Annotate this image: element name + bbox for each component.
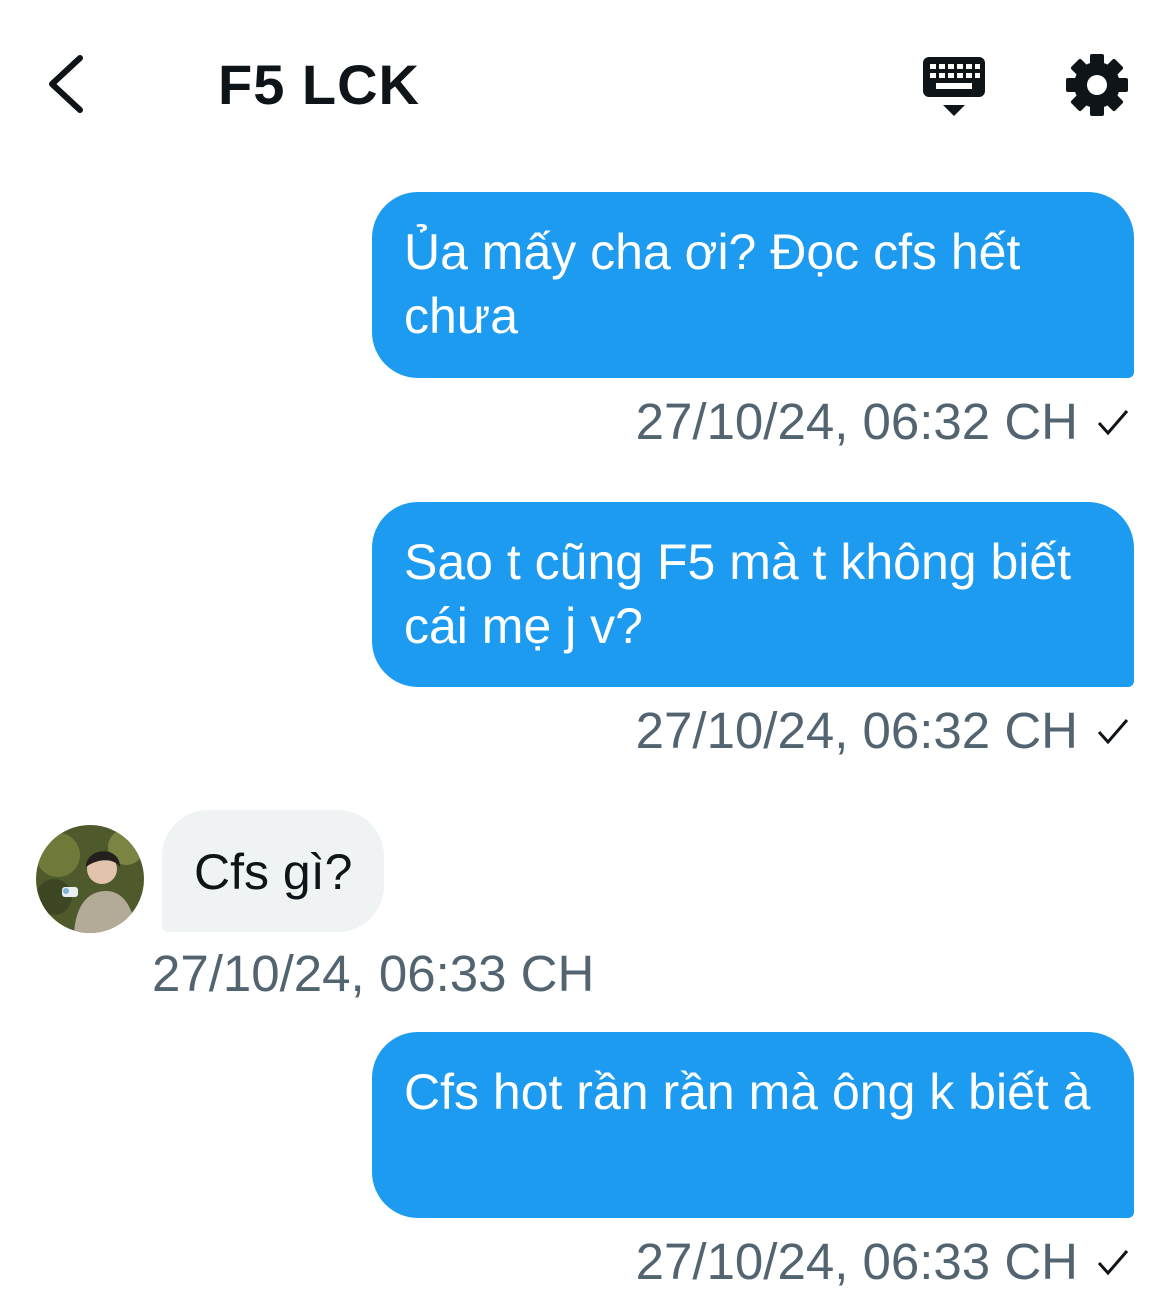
message-text: Sao t cũng F5 mà t không biết cái mẹ j v…	[404, 534, 1072, 654]
message-timestamp: 27/10/24, 06:32 CH	[636, 392, 1130, 451]
settings-button[interactable]	[1064, 52, 1130, 118]
conversation-header: F5 LCK	[0, 0, 1170, 170]
back-button[interactable]	[40, 52, 96, 116]
outgoing-message-bubble[interactable]: Cfs hot rần rần mà ông k biết à	[372, 1032, 1134, 1218]
checkmark-icon	[1097, 718, 1129, 744]
message-text: Cfs hot rần rần mà ông k biết à	[404, 1064, 1091, 1120]
timestamp-text: 27/10/24, 06:32 CH	[635, 702, 1078, 759]
timestamp-text: 27/10/24, 06:33 CH	[635, 1233, 1078, 1290]
conversation-title: F5 LCK	[218, 53, 420, 116]
avatar[interactable]	[36, 825, 144, 933]
checkmark-icon	[1097, 1249, 1129, 1275]
message-text: Cfs gì?	[194, 844, 353, 900]
message-text: Ủa mấy cha ơi? Đọc cfs hết chưa	[404, 224, 1021, 344]
message-timestamp: 27/10/24, 06:33 CH	[636, 1232, 1130, 1291]
keyboard-icon	[923, 57, 985, 116]
timestamp-text: 27/10/24, 06:32 CH	[635, 393, 1078, 450]
timestamp-text: 27/10/24, 06:33 CH	[152, 945, 595, 1002]
message-timestamp: 27/10/24, 06:32 CH	[636, 701, 1130, 760]
outgoing-message-bubble[interactable]: Sao t cũng F5 mà t không biết cái mẹ j v…	[372, 502, 1134, 687]
incoming-message-bubble[interactable]: Cfs gì?	[162, 810, 385, 932]
gear-icon	[1066, 54, 1128, 116]
outgoing-message-bubble[interactable]: Ủa mấy cha ơi? Đọc cfs hết chưa	[372, 192, 1134, 378]
message-timestamp: 27/10/24, 06:33 CH	[152, 944, 594, 1003]
profile-photo	[36, 825, 144, 933]
chevron-left-icon	[49, 55, 83, 113]
keyboard-button[interactable]	[920, 55, 988, 119]
checkmark-icon	[1097, 409, 1129, 435]
